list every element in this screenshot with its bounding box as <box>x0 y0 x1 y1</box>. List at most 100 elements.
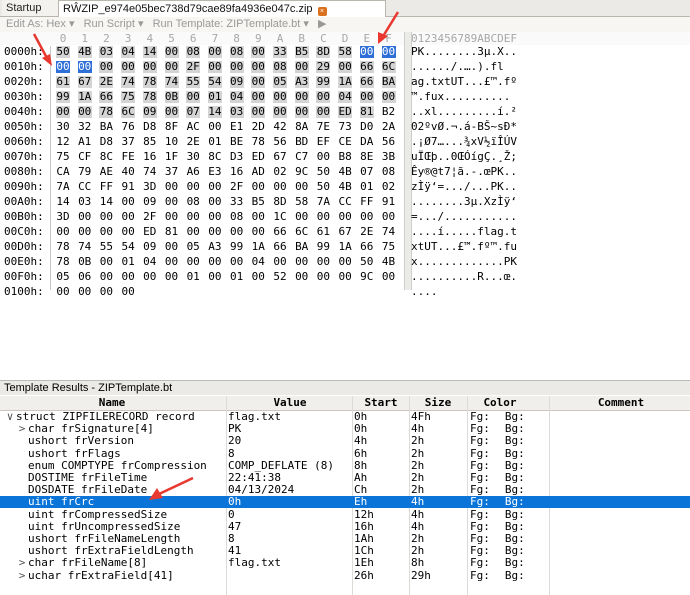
hex-byte[interactable]: 54 <box>207 76 222 88</box>
hex-byte[interactable]: 00 <box>316 151 330 163</box>
template-color-cell[interactable]: Fg: Bg: <box>470 545 550 557</box>
hex-byte[interactable]: 3D <box>143 181 157 193</box>
template-color-cell[interactable]: Fg: Bg: <box>470 496 550 508</box>
ascii-text[interactable]: ........3µ.XzÌÿ‘ <box>411 196 517 208</box>
hex-byte[interactable]: CF <box>78 151 92 163</box>
hex-byte[interactable]: 81 <box>359 106 374 118</box>
hex-byte[interactable]: 00 <box>229 61 244 73</box>
hex-byte[interactable]: 66 <box>273 241 287 253</box>
hex-byte[interactable]: 04 <box>229 91 244 103</box>
hex-byte[interactable]: 29 <box>316 61 331 73</box>
hex-byte[interactable]: 00 <box>208 121 222 133</box>
ascii-text[interactable]: xtUT...£™.fº™.fu <box>411 241 517 253</box>
hex-byte[interactable]: A3 <box>208 241 222 253</box>
hex-byte[interactable]: 14 <box>99 196 113 208</box>
hex-byte[interactable]: 00 <box>99 271 113 283</box>
hex-byte[interactable]: 00 <box>251 76 266 88</box>
hex-byte[interactable]: ED <box>251 151 265 163</box>
hex-byte[interactable]: 00 <box>230 226 244 238</box>
hex-byte[interactable]: 01 <box>186 271 200 283</box>
hex-byte[interactable]: 14 <box>207 106 222 118</box>
hex-byte[interactable]: 9C <box>360 271 374 283</box>
hex-byte[interactable]: 14 <box>56 196 70 208</box>
hex-byte[interactable]: 00 <box>208 271 222 283</box>
hex-byte[interactable]: 58 <box>338 46 353 58</box>
hex-byte[interactable]: AE <box>99 166 113 178</box>
hex-byte[interactable]: 09 <box>143 241 157 253</box>
hex-byte[interactable]: FF <box>99 181 113 193</box>
hex-byte[interactable]: 8E <box>360 151 374 163</box>
hex-byte[interactable]: 1A <box>338 241 352 253</box>
hex-byte[interactable]: 00 <box>251 181 265 193</box>
hex-byte[interactable]: 2E <box>99 76 114 88</box>
hex-byte[interactable]: 00 <box>165 256 179 268</box>
template-row[interactable]: > uchar frExtraField[41] 26h 29h Fg: Bg: <box>0 569 690 582</box>
hex-byte[interactable]: 67 <box>77 76 92 88</box>
hex-byte[interactable]: AD <box>251 166 265 178</box>
hex-byte[interactable]: 66 <box>359 76 374 88</box>
hex-byte[interactable]: BA <box>381 76 396 88</box>
hex-byte[interactable]: E1 <box>230 121 244 133</box>
hex-byte[interactable]: 8D <box>273 196 287 208</box>
hex-byte[interactable]: 91 <box>382 196 396 208</box>
hex-byte[interactable]: 00 <box>208 181 222 193</box>
hex-byte[interactable]: 73 <box>338 121 352 133</box>
hex-byte[interactable]: B5 <box>294 46 309 58</box>
hex-byte[interactable]: 07 <box>186 106 201 118</box>
hex-byte[interactable]: 61 <box>316 226 330 238</box>
hex-byte[interactable]: 2A <box>382 121 396 133</box>
hex-byte[interactable]: 00 <box>99 61 114 73</box>
close-icon[interactable]: × <box>317 7 327 16</box>
template-row[interactable]: ushort frFlags 8 6h 2h Fg: Bg: <box>0 447 690 460</box>
hex-byte[interactable]: 78 <box>56 256 70 268</box>
hex-byte[interactable]: 74 <box>121 76 136 88</box>
hex-byte[interactable]: BD <box>295 136 309 148</box>
ascii-text[interactable]: x.............PK <box>411 256 517 268</box>
hex-byte[interactable]: 00 <box>99 226 113 238</box>
hex-byte[interactable]: 00 <box>316 271 330 283</box>
hex-byte[interactable]: 4B <box>338 166 352 178</box>
hex-byte[interactable]: 04 <box>338 91 353 103</box>
hex-byte[interactable]: 50 <box>316 181 330 193</box>
hex-byte[interactable]: 32 <box>78 121 92 133</box>
hex-byte[interactable]: 08 <box>273 61 287 73</box>
hex-byte[interactable]: 03 <box>229 106 244 118</box>
ascii-text[interactable]: =.../........... <box>411 211 517 223</box>
hex-byte[interactable]: AC <box>186 121 200 133</box>
hex-byte[interactable]: CC <box>338 196 352 208</box>
chevron-down-icon[interactable]: ∨ <box>4 411 16 423</box>
hex-byte[interactable]: 00 <box>186 91 201 103</box>
template-color-cell[interactable]: Fg: Bg: <box>470 520 550 533</box>
template-row[interactable]: uint frCompressedSize 0 12h 4h Fg: Bg: <box>0 508 690 521</box>
hex-byte[interactable]: 00 <box>251 271 265 283</box>
hex-byte[interactable]: 01 <box>360 181 374 193</box>
hex-byte[interactable]: 00 <box>165 271 179 283</box>
hex-byte[interactable]: 99 <box>56 91 70 103</box>
hex-byte[interactable]: EF <box>316 136 330 148</box>
hex-editor[interactable]: 0123456789ABCDEF 0123456789ABCDEF 0000h:… <box>0 11 690 298</box>
hex-byte[interactable]: ED <box>338 106 353 118</box>
hex-byte[interactable]: 08 <box>230 211 244 223</box>
hex-byte[interactable]: 37 <box>121 136 135 148</box>
hex-byte[interactable]: 66 <box>360 241 374 253</box>
hex-byte[interactable]: 04 <box>251 256 265 268</box>
hex-byte[interactable]: 00 <box>165 181 179 193</box>
hex-byte[interactable]: 00 <box>251 46 266 58</box>
hex-byte[interactable]: 00 <box>359 46 374 58</box>
hex-byte[interactable]: 78 <box>251 136 265 148</box>
hex-byte[interactable]: 00 <box>273 91 287 103</box>
tab-startup[interactable]: Startup <box>2 0 63 16</box>
ascii-text[interactable]: Êy®@t7¦ã.-.œPK.. <box>411 166 517 178</box>
hex-byte[interactable]: 00 <box>99 286 113 298</box>
hex-byte[interactable]: 00 <box>78 226 92 238</box>
hex-byte[interactable]: 78 <box>142 76 157 88</box>
template-row[interactable]: uint frUncompressedSize 47 16h 4h Fg: Bg: <box>0 520 690 533</box>
hex-byte[interactable]: 00 <box>251 211 265 223</box>
column-header-start[interactable]: Start <box>354 396 408 410</box>
hex-byte[interactable]: 00 <box>56 286 70 298</box>
hex-byte[interactable]: 00 <box>56 106 70 118</box>
column-header-color[interactable]: Color <box>470 396 530 410</box>
hex-byte[interactable]: 00 <box>251 226 265 238</box>
hex-byte[interactable]: 6C <box>121 106 136 118</box>
hex-byte[interactable]: CE <box>338 136 352 148</box>
